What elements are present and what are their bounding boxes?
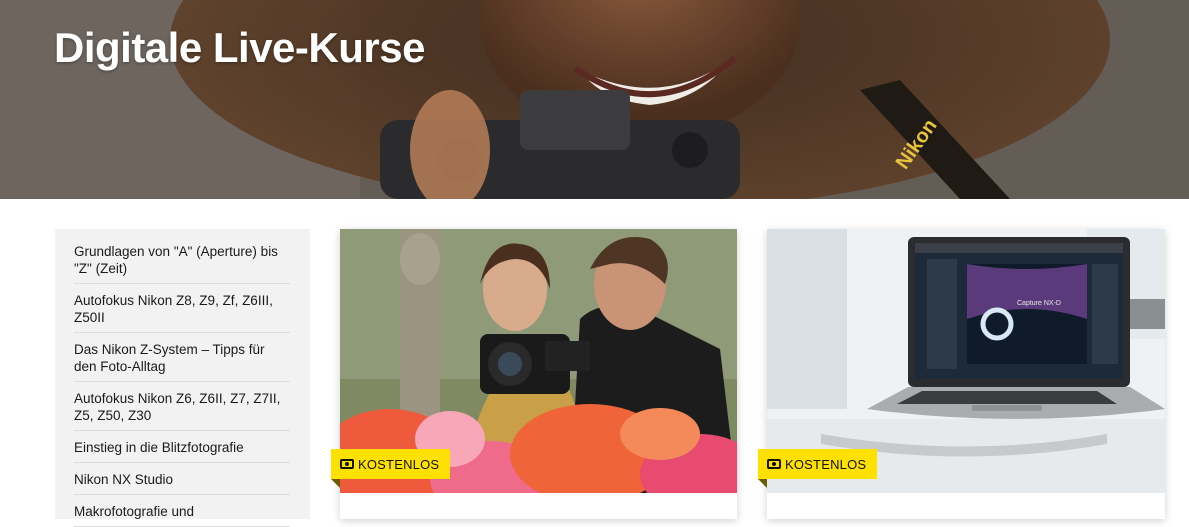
page-title: Digitale Live-Kurse bbox=[54, 24, 425, 71]
sidebar-item-blitzfotografie[interactable]: Einstieg in die Blitzfotografie bbox=[74, 431, 290, 463]
course-sidebar: Grundlagen von "A" (Aperture) bis "Z" (Z… bbox=[55, 229, 310, 527]
sidebar-item-nx-studio[interactable]: Nikon NX Studio bbox=[74, 463, 290, 495]
sidebar-item-makrofotografie[interactable]: Makrofotografie und bbox=[74, 495, 290, 527]
svg-text:Capture NX-D: Capture NX-D bbox=[1017, 300, 1061, 307]
sidebar-item-grundlagen[interactable]: Grundlagen von "A" (Aperture) bis "Z" (Z… bbox=[74, 239, 290, 284]
hero-banner: Nikon Digitale Live-Kurse bbox=[0, 0, 1189, 199]
badge-label: KOSTENLOS bbox=[358, 456, 440, 472]
money-icon bbox=[767, 459, 781, 469]
sidebar-item-autofokus-z8[interactable]: Autofokus Nikon Z8, Z9, Zf, Z6III, Z50II bbox=[74, 284, 290, 333]
course-card[interactable]: KOSTENLOS bbox=[331, 229, 737, 519]
free-badge: KOSTENLOS bbox=[331, 449, 451, 488]
sidebar-item-z-system-tipps[interactable]: Das Nikon Z-System – Tipps für den Foto-… bbox=[74, 333, 290, 382]
course-card[interactable]: Capture NX-D KOSTENLOS bbox=[758, 229, 1165, 519]
sidebar-item-autofokus-z6[interactable]: Autofokus Nikon Z6, Z6II, Z7, Z7II, Z5, … bbox=[74, 382, 290, 431]
badge-label: KOSTENLOS bbox=[785, 456, 867, 472]
free-badge: KOSTENLOS bbox=[758, 449, 878, 488]
money-icon bbox=[340, 459, 354, 469]
